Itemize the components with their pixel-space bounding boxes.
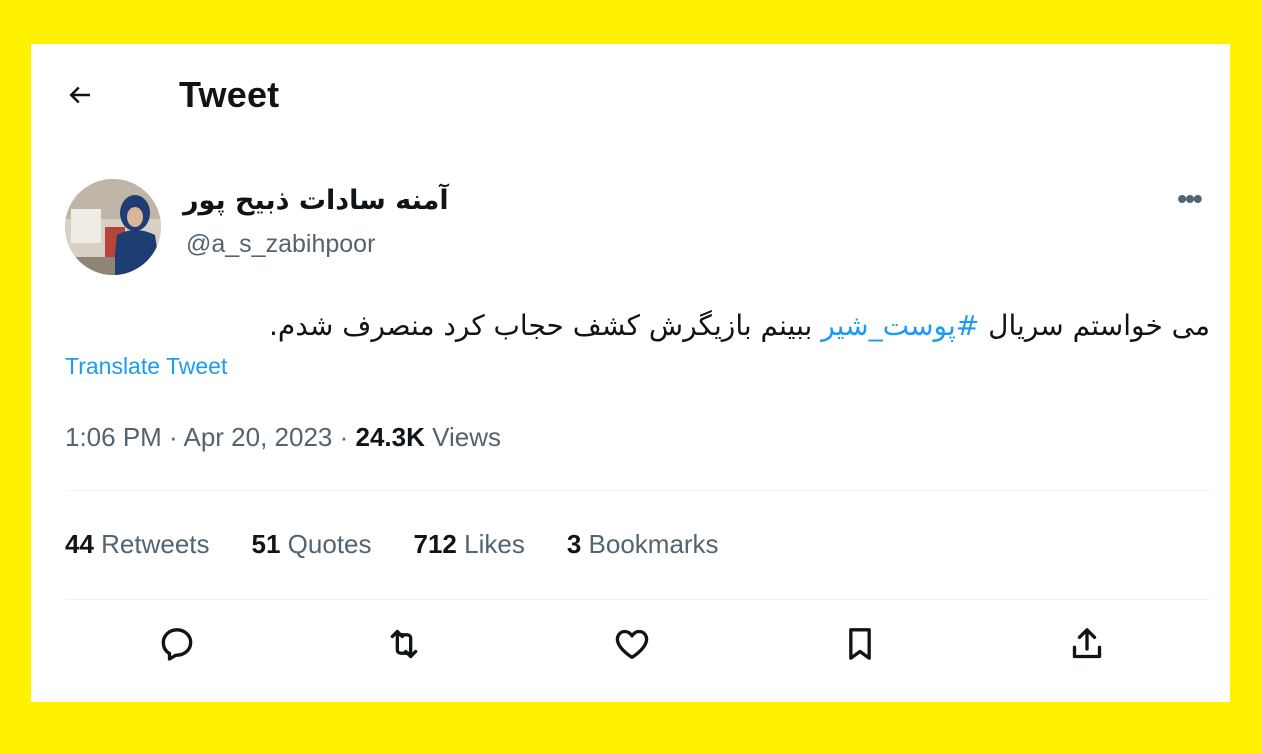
avatar[interactable]: [65, 179, 161, 275]
meta-separator: ·: [332, 422, 356, 452]
tweet-text-after: ببینم بازیگرش کشف حجاب کرد منصرف شدم.: [269, 309, 822, 342]
tweet-time[interactable]: 1:06 PM: [65, 422, 162, 452]
likes-count: 712: [413, 529, 457, 559]
hashtag-link[interactable]: #پوست_شیر: [821, 309, 979, 342]
tweet-header: Tweet: [31, 44, 1230, 149]
share-button[interactable]: [1067, 624, 1113, 670]
share-icon: [1072, 628, 1102, 659]
like-button[interactable]: [612, 624, 658, 670]
arrow-left-icon: [69, 86, 90, 104]
page-title: Tweet: [179, 74, 280, 115]
retweets-stat[interactable]: 44 Retweets: [65, 529, 210, 560]
tweet-stats: 44 Retweets 51 Quotes 712 Likes 3 Bookma…: [65, 529, 719, 560]
quotes-count: 51: [251, 529, 281, 559]
more-horizontal-icon: •••: [1177, 183, 1202, 214]
views-label: Views: [424, 422, 501, 452]
tweet-date[interactable]: Apr 20, 2023: [184, 422, 333, 452]
reply-button[interactable]: [157, 624, 203, 670]
likes-label: Likes: [456, 529, 525, 559]
reply-icon: [161, 628, 193, 661]
avatar-image: [65, 179, 161, 275]
quotes-stat[interactable]: 51 Quotes: [252, 529, 372, 560]
divider: [65, 490, 1210, 491]
back-button[interactable]: [65, 80, 105, 120]
bookmark-button[interactable]: [840, 624, 886, 670]
views-count: 24.3K: [355, 422, 425, 452]
retweets-label: Retweets: [93, 529, 210, 559]
author-handle[interactable]: @a_s_zabihpoor: [186, 230, 375, 259]
tweet-meta: 1:06 PM · Apr 20, 2023 · 24.3K Views: [65, 422, 501, 453]
tweet-actions: [65, 624, 1210, 674]
meta-separator: ·: [161, 422, 184, 452]
tweet-text-before: می خواستم سریال: [979, 309, 1210, 342]
bookmarks-count: 3: [566, 529, 582, 559]
bookmarks-stat[interactable]: 3 Bookmarks: [567, 529, 719, 560]
tweet-card: Tweet آمنه سادات ذبیح پور @a_s_zabihpoor…: [31, 44, 1230, 702]
heart-icon: [615, 629, 649, 659]
likes-stat[interactable]: 712 Likes: [414, 529, 525, 560]
divider: [65, 599, 1210, 600]
retweet-button[interactable]: [384, 624, 430, 670]
tweet-text: می خواستم سریال #پوست_شیر ببینم بازیگرش …: [65, 306, 1210, 346]
author-display-name[interactable]: آمنه سادات ذبیح پور: [183, 185, 449, 216]
more-button[interactable]: •••: [1169, 184, 1209, 214]
quotes-label: Quotes: [280, 529, 372, 559]
translate-tweet-link[interactable]: Translate Tweet: [65, 353, 227, 380]
retweet-icon: [390, 629, 418, 659]
retweets-count: 44: [65, 529, 94, 559]
bookmark-icon: [849, 628, 871, 660]
bookmarks-label: Bookmarks: [581, 529, 719, 559]
